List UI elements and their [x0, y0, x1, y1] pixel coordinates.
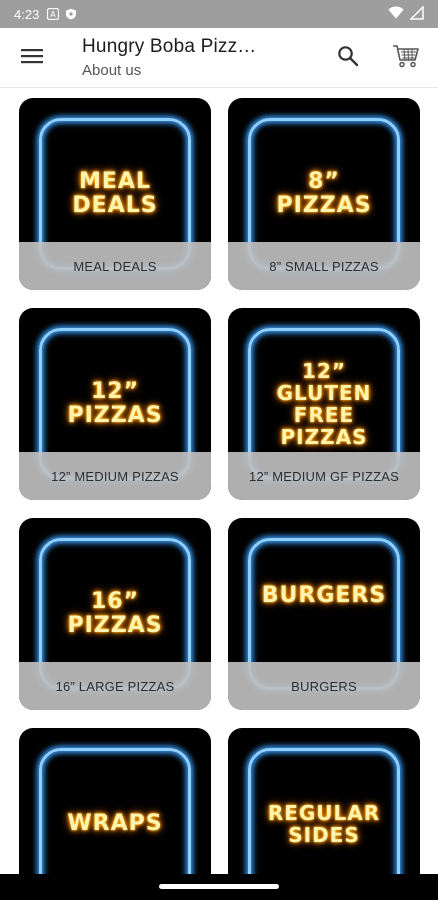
category-label: 12” MEDIUM GF PIZZAS	[228, 452, 420, 500]
system-nav-bar	[0, 874, 438, 900]
a-icon: A	[47, 8, 60, 20]
menu-icon	[21, 48, 43, 69]
status-bar: 4:23 A	[0, 0, 438, 28]
wifi-icon	[388, 6, 404, 22]
category-tile-meal-deals[interactable]: MEAL DEALS MEAL DEALS	[19, 98, 211, 290]
category-tile-8-small-pizzas[interactable]: 8” PIZZAS 8” SMALL PIZZAS	[228, 98, 420, 290]
category-tile-12-medium-pizzas[interactable]: 12” PIZZAS 12” MEDIUM PIZZAS	[19, 308, 211, 500]
category-grid: MEAL DEALS MEAL DEALS 8” PIZZAS 8” SMALL…	[0, 88, 438, 874]
category-label: MEAL DEALS	[19, 242, 211, 290]
app-title: Hungry Boba Pizz…	[82, 36, 257, 57]
category-label: 12” MEDIUM PIZZAS	[19, 452, 211, 500]
category-image-text: REGULAR SIDES	[267, 801, 381, 847]
cart-icon	[392, 43, 420, 74]
category-image-text: WRAPS	[67, 810, 163, 836]
category-tile-wraps[interactable]: WRAPS	[19, 728, 211, 874]
category-label: BURGERS	[228, 662, 420, 710]
app-bar: Hungry Boba Pizz… About us	[0, 28, 438, 88]
category-tile-burgers[interactable]: BURGERS BURGERS	[228, 518, 420, 710]
shield-icon	[65, 8, 77, 20]
category-tile-16-large-pizzas[interactable]: 16” PIZZAS 16” LARGE PIZZAS	[19, 518, 211, 710]
home-gesture-handle[interactable]	[159, 884, 279, 889]
cart-button[interactable]	[386, 42, 426, 74]
page-subtitle: About us	[82, 62, 142, 79]
search-button[interactable]	[330, 42, 366, 74]
signal-icon	[409, 4, 424, 23]
system-icons	[388, 4, 424, 23]
title-block: Hungry Boba Pizz… About us	[82, 36, 312, 79]
menu-button[interactable]	[12, 42, 52, 74]
category-label: 16” LARGE PIZZAS	[19, 662, 211, 710]
search-icon	[337, 45, 359, 72]
category-tile-regular-sides[interactable]: REGULAR SIDES	[228, 728, 420, 874]
svg-text:A: A	[51, 10, 57, 19]
category-label: 8” SMALL PIZZAS	[228, 242, 420, 290]
category-tile-12-medium-gf-pizzas[interactable]: 12” GLUTEN FREE PIZZAS 12” MEDIUM GF PIZ…	[228, 308, 420, 500]
status-time: 4:23	[14, 6, 40, 22]
